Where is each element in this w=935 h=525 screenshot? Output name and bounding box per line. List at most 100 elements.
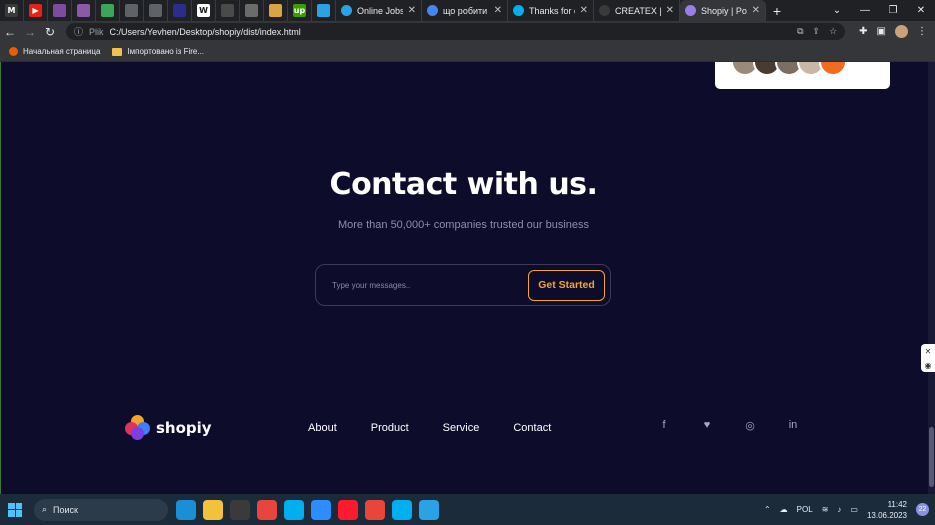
share-icon[interactable]: ⇪ — [813, 26, 821, 37]
pinned-tab[interactable] — [96, 0, 120, 21]
close-tab-icon[interactable]: ✕ — [494, 5, 502, 16]
m-icon: M — [5, 4, 18, 17]
browser-tab[interactable]: що робити як ✕ — [422, 0, 508, 21]
new-tab-button[interactable]: + — [766, 0, 788, 21]
chrome-icon[interactable] — [257, 499, 277, 520]
close-tab-icon[interactable]: ✕ — [752, 5, 760, 16]
bookmark-star-icon[interactable]: ☆ — [829, 26, 837, 37]
explorer-icon[interactable] — [203, 499, 223, 520]
brand-logo[interactable]: shopiy — [125, 415, 212, 440]
tab-title: Shopiy | Powe — [701, 5, 747, 16]
site-footer: shopiy About Product Service Contact f ♥… — [1, 412, 935, 442]
pinned-tab[interactable] — [312, 0, 336, 21]
footer-link-about[interactable]: About — [308, 422, 337, 434]
menu-icon[interactable]: ⋮ — [917, 26, 927, 37]
tab-search-button[interactable]: ⌄ — [823, 5, 851, 16]
info-icon[interactable]: ⓘ — [74, 25, 83, 38]
extensions-icon[interactable]: ✚ — [859, 26, 867, 37]
windows-taskbar: ⌕ Поиск ⌃ ☁ POL ≋ ♪ ▭ 11:42 13.06.2023 2… — [0, 494, 935, 525]
store-icon[interactable] — [230, 499, 250, 520]
windows-icon — [8, 502, 22, 517]
bookmark-item[interactable]: Начальная страница — [9, 47, 100, 56]
address-bar[interactable]: ⓘ Plik C:/Users/Yevhen/Desktop/shopiy/di… — [66, 23, 846, 40]
message-input[interactable] — [332, 280, 528, 290]
facebook-icon[interactable]: f — [657, 419, 671, 432]
skype-icon[interactable] — [392, 499, 412, 520]
notification-badge[interactable]: 22 — [916, 503, 929, 516]
firefox-icon — [9, 47, 18, 56]
wifi-icon[interactable]: ≋ — [822, 505, 829, 514]
edge-icon[interactable] — [176, 499, 196, 520]
pinned-tab[interactable] — [144, 0, 168, 21]
footer-nav: About Product Service Contact — [308, 422, 585, 434]
extension-icon[interactable]: ◉ — [925, 361, 932, 370]
close-tab-icon[interactable]: ✕ — [666, 5, 674, 16]
close-window-button[interactable]: ✕ — [907, 5, 935, 16]
forward-arrow-icon: → — [24, 24, 36, 39]
profile-avatar[interactable] — [895, 25, 908, 38]
twitter-icon[interactable]: ♥ — [700, 419, 714, 432]
send-icon — [317, 4, 330, 17]
minimize-button[interactable]: — — [851, 5, 879, 16]
w3-icon: W — [197, 4, 210, 17]
skype-icon[interactable] — [284, 499, 304, 520]
translate-icon[interactable]: ⧉ — [797, 26, 803, 37]
browser-tab[interactable]: Online Jobs | F ✕ — [336, 0, 422, 21]
book-icon — [77, 4, 90, 17]
folder-icon — [112, 47, 123, 56]
pinned-tab[interactable]: M — [0, 0, 24, 21]
chevron-up-icon[interactable]: ⌃ — [764, 505, 771, 514]
pinned-tabs: M ▶ Wup — [0, 0, 336, 21]
footer-link-contact[interactable]: Contact — [513, 422, 551, 434]
dash-icon — [599, 5, 610, 16]
url-text[interactable]: C:/Users/Yevhen/Desktop/shopiy/dist/inde… — [110, 27, 301, 37]
maximize-button[interactable]: ❐ — [879, 5, 907, 16]
scrollbar-thumb[interactable] — [929, 427, 934, 487]
zoom-icon[interactable] — [311, 499, 331, 520]
instagram-icon[interactable]: ◎ — [743, 419, 757, 432]
pinned-tab[interactable]: ▶ — [24, 0, 48, 21]
browser-tab[interactable]: CREATEX | Cou ✕ — [594, 0, 680, 21]
close-tab-icon[interactable]: ✕ — [580, 5, 588, 16]
browser-tab[interactable]: Thanks for dow ✕ — [508, 0, 594, 21]
volume-icon[interactable]: ♪ — [837, 505, 841, 514]
chrome-icon[interactable] — [365, 499, 385, 520]
get-started-button[interactable]: Get Started — [528, 269, 605, 301]
pinned-tab[interactable] — [240, 0, 264, 21]
clock[interactable]: 11:42 13.06.2023 — [867, 499, 907, 521]
bookmark-folder[interactable]: Імпортовано із Fire... — [112, 47, 204, 56]
taskbar-apps — [176, 499, 439, 520]
browser-tab[interactable]: Shopiy | Powe ✕ — [680, 0, 766, 21]
pinned-tab[interactable] — [120, 0, 144, 21]
pinned-tab[interactable] — [72, 0, 96, 21]
social-links: f ♥ ◎ in — [657, 419, 800, 432]
pinned-tab[interactable] — [48, 0, 72, 21]
close-icon[interactable]: ✕ — [925, 347, 932, 356]
taskbar-search[interactable]: ⌕ Поиск — [34, 498, 168, 521]
pinned-tab[interactable] — [216, 0, 240, 21]
close-tab-icon[interactable]: ✕ — [408, 5, 416, 16]
search-icon: ⌕ — [42, 504, 48, 514]
language-indicator[interactable]: POL — [797, 505, 813, 514]
telegram-icon[interactable] — [419, 499, 439, 520]
sidepanel-icon[interactable]: ▣ — [877, 26, 886, 37]
extension-side-badge[interactable]: ✕ ◉ — [921, 344, 935, 372]
pinned-tab[interactable] — [264, 0, 288, 21]
forward-button[interactable]: → — [20, 21, 40, 42]
footer-link-product[interactable]: Product — [371, 422, 409, 434]
start-button[interactable] — [0, 494, 30, 525]
opera-icon[interactable] — [338, 499, 358, 520]
footer-link-service[interactable]: Service — [443, 422, 480, 434]
reload-button[interactable]: ↻ — [40, 21, 60, 42]
pinned-tab[interactable]: up — [288, 0, 312, 21]
back-button[interactable]: ← — [0, 21, 20, 42]
onedrive-icon[interactable]: ☁ — [780, 505, 788, 514]
page-scrollbar[interactable] — [928, 62, 935, 494]
triangle-icon — [173, 4, 186, 17]
skype-icon — [513, 5, 524, 16]
linkedin-icon[interactable]: in — [786, 419, 800, 432]
pinned-tab[interactable]: W — [192, 0, 216, 21]
google-icon — [427, 5, 438, 16]
battery-icon[interactable]: ▭ — [850, 505, 858, 514]
pinned-tab[interactable] — [168, 0, 192, 21]
